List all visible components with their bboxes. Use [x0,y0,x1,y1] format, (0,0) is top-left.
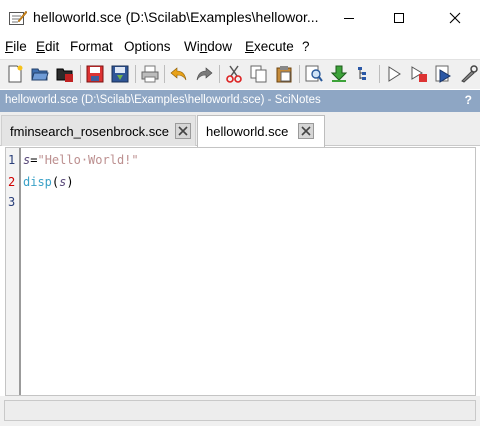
document-path: helloworld.sce (D:\Scilab\Examples\hello… [5,94,321,106]
toolbar-separator [164,65,165,83]
menu-options-rest: Options [124,39,171,54]
maximize-icon [394,13,404,23]
toolbar-separator [80,65,81,83]
print-icon [141,65,159,83]
menu-edit-key: E [36,39,46,54]
menu-file-key: F [5,39,14,54]
status-bar [0,396,480,426]
run-file-button[interactable] [433,63,455,85]
toolbar [0,59,480,89]
open-file-icon [31,68,49,81]
close-icon [301,126,311,136]
tools-button[interactable] [458,63,480,85]
redo-button[interactable] [193,63,215,85]
tab-close-button[interactable] [175,123,191,139]
menu-file[interactable]: File [5,39,27,54]
maximize-button[interactable] [376,0,422,36]
undo-icon [170,67,187,81]
document-title-bar: helloworld.sce (D:\Scilab\Examples\hello… [0,90,480,112]
run-button[interactable] [383,63,405,85]
open-recent-button[interactable] [54,63,76,85]
run-echo-icon [411,66,427,82]
tools-icon [461,65,478,83]
menu-file-rest: ile [13,39,27,54]
menu-edit[interactable]: Edit [36,39,59,54]
tab-label: helloworld.sce [206,124,289,139]
tab-label: fminsearch_rosenbrock.sce [10,124,169,139]
title-bar[interactable]: helloworld.sce (D:\Scilab\Examples\hello… [0,0,480,36]
save-as-icon [111,65,129,83]
paste-button[interactable] [273,63,295,85]
new-file-icon [8,65,23,83]
execute-to-cursor-icon [358,67,366,80]
status-field [4,400,476,421]
toolbar-separator [219,65,220,83]
code-editor[interactable]: 1 2 3 s="Hello·World!" disp(s) [5,147,476,396]
open-recent-icon [56,68,73,82]
menu-edit-rest: dit [45,39,60,54]
tab-close-button[interactable] [298,123,314,139]
menu-bar: File Edit Format Options Window Execute … [0,36,480,58]
close-icon [178,126,188,136]
menu-execute-rest: xecute [254,39,294,54]
code-line-2[interactable]: disp(s) [23,175,74,189]
menu-window-rest: dow [207,39,233,54]
toolbar-separator [299,65,300,83]
run-file-icon [435,65,451,83]
close-button[interactable] [432,0,478,36]
undo-button[interactable] [168,63,190,85]
window-title: helloworld.sce (D:\Scilab\Examples\hello… [33,9,319,25]
menu-options[interactable]: Options [124,39,171,54]
scinotes-app-icon [9,10,27,25]
menu-help-rest: ? [302,39,310,54]
line-number: 1 [8,153,16,167]
menu-execute[interactable]: Execute [245,39,294,54]
copy-button[interactable] [248,63,270,85]
help-icon[interactable]: ? [465,93,472,107]
menu-help[interactable]: ? [302,39,310,54]
line-number: 3 [8,195,16,209]
copy-icon [250,65,267,83]
open-file-button[interactable] [29,63,51,85]
tab-helloworld[interactable]: helloworld.sce [197,115,325,147]
toolbar-separator [135,65,136,83]
tab-fminsearch-rosenbrock[interactable]: fminsearch_rosenbrock.sce [1,115,196,146]
run-echo-button[interactable] [408,63,430,85]
menu-window-pre: Wi [184,39,200,54]
execute-to-cursor-button[interactable] [353,63,375,85]
menu-execute-key: E [245,39,255,54]
save-button[interactable] [84,63,106,85]
tab-strip: fminsearch_rosenbrock.sce helloworld.sce [0,112,480,147]
cut-button[interactable] [223,63,245,85]
cut-icon [226,65,242,83]
code-string: "Hello·World!" [37,153,139,167]
save-as-button[interactable] [109,63,131,85]
new-file-button[interactable] [4,63,26,85]
load-into-scilab-button[interactable] [328,63,350,85]
code-function: disp [23,175,52,189]
menu-format[interactable]: Format [70,39,113,54]
save-icon [86,65,104,83]
toolbar-separator [379,65,380,83]
code-paren-close: ) [66,175,74,189]
line-number-gutter: 1 2 3 [6,148,21,395]
load-into-scilab-icon [330,65,348,82]
print-button[interactable] [139,63,161,85]
minimize-button[interactable] [326,0,372,36]
close-icon [449,12,461,24]
menu-format-rest: Format [70,39,113,54]
line-number-active: 2 [8,175,16,189]
minimize-icon [344,18,354,19]
find-icon [305,65,323,82]
find-button[interactable] [303,63,325,85]
redo-icon [196,67,213,81]
paste-icon [276,66,292,83]
code-line-1[interactable]: s="Hello·World!" [23,153,139,167]
menu-window[interactable]: Window [184,39,232,54]
run-icon [388,66,401,82]
